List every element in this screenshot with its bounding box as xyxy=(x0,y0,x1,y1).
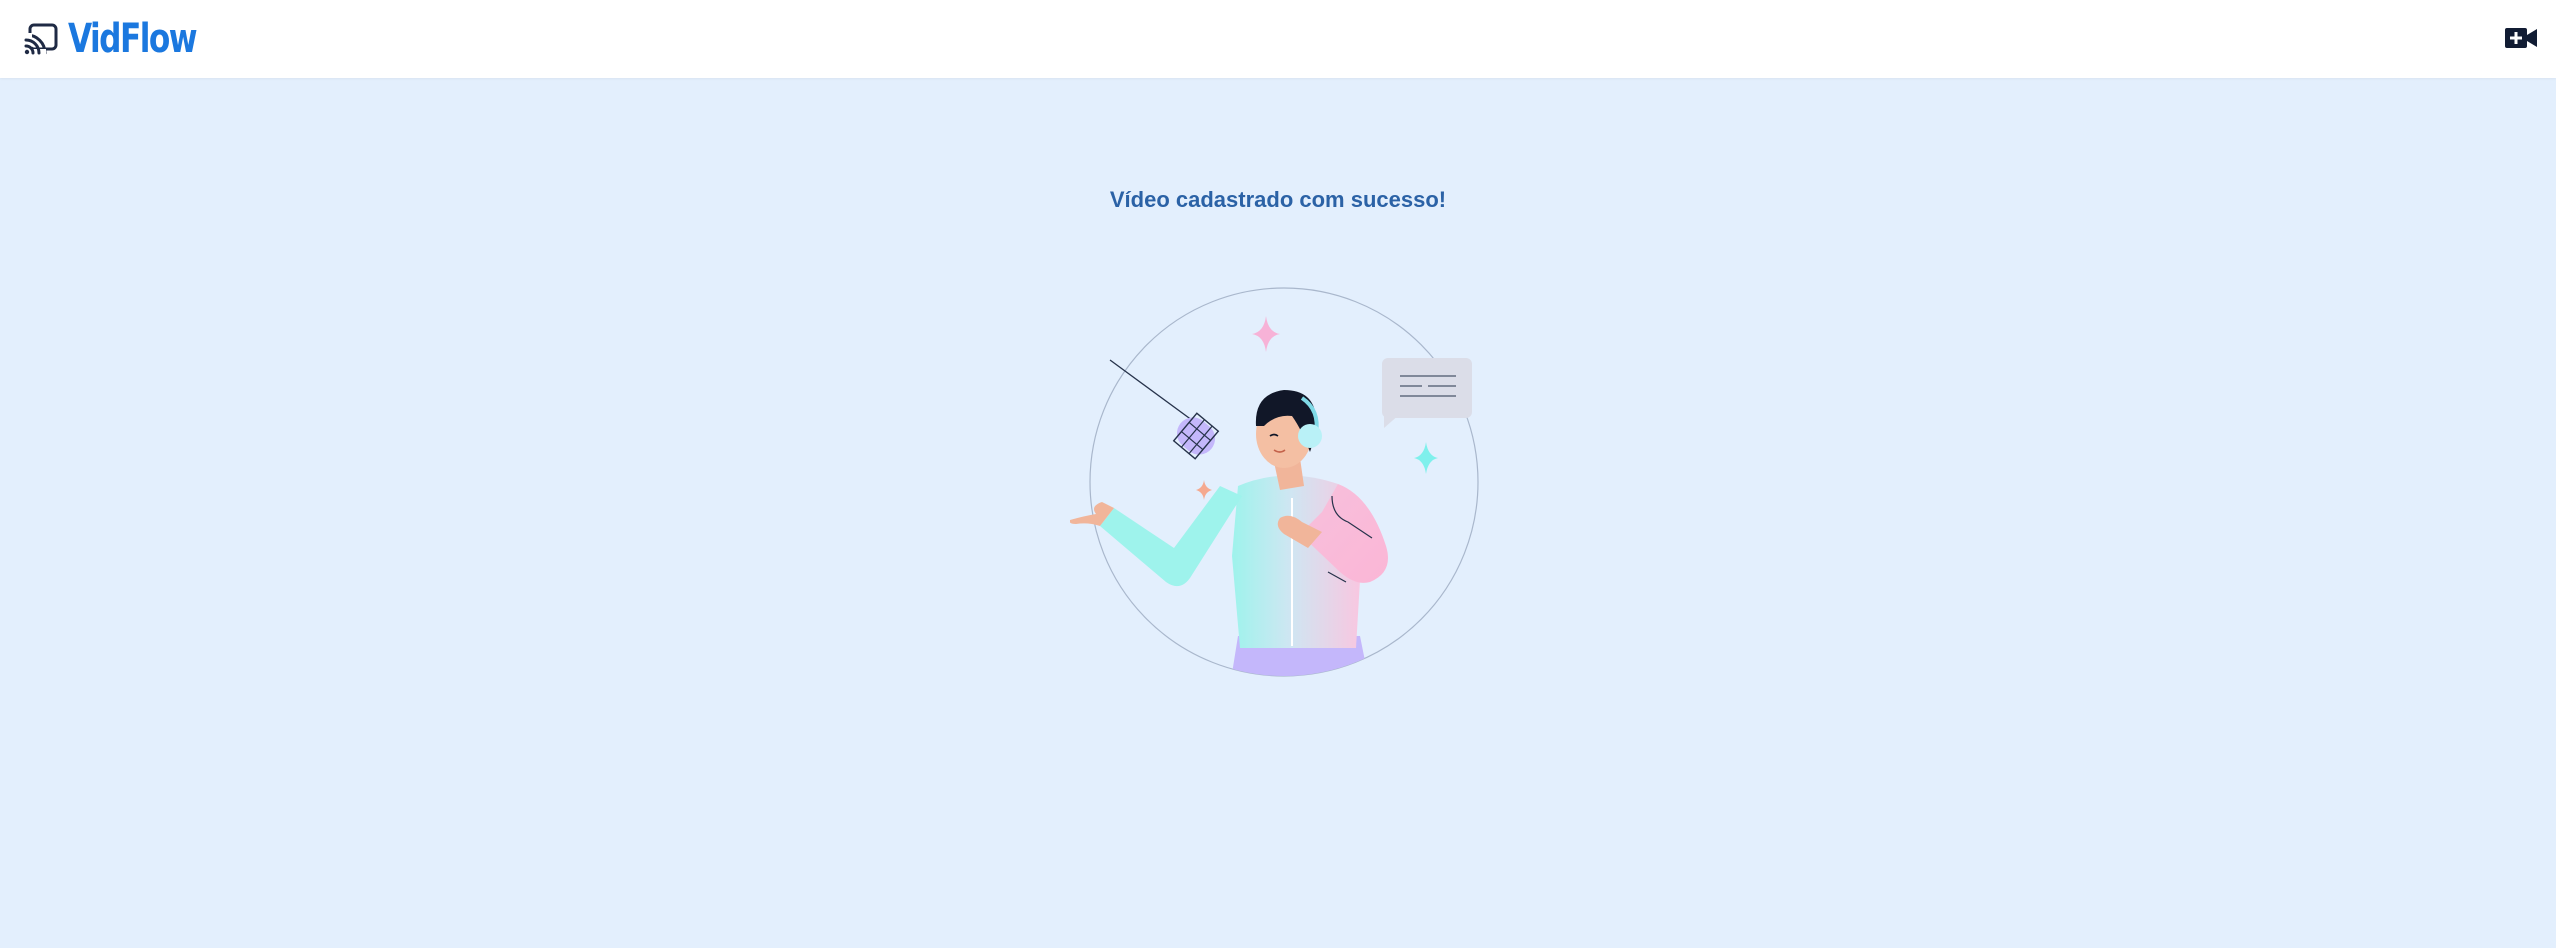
microphone-icon xyxy=(1172,412,1220,460)
success-message: Vídeo cadastrado com sucesso! xyxy=(1109,186,1447,212)
sparkle-icon xyxy=(1196,480,1212,500)
sparkle-icon xyxy=(1252,316,1280,352)
main-content: Vídeo cadastrado com sucesso! xyxy=(0,78,2556,948)
logo-link[interactable]: VidFlow xyxy=(24,16,232,62)
add-video-button[interactable] xyxy=(2504,24,2538,52)
video-plus-icon xyxy=(2505,28,2537,48)
cast-icon xyxy=(24,23,58,57)
app-header: VidFlow xyxy=(0,0,2556,78)
podcaster-illustration xyxy=(1070,287,1479,677)
sparkle-icon xyxy=(1414,442,1438,474)
logo-text: VidFlow xyxy=(68,16,198,62)
speech-bubble-icon xyxy=(1382,358,1472,428)
